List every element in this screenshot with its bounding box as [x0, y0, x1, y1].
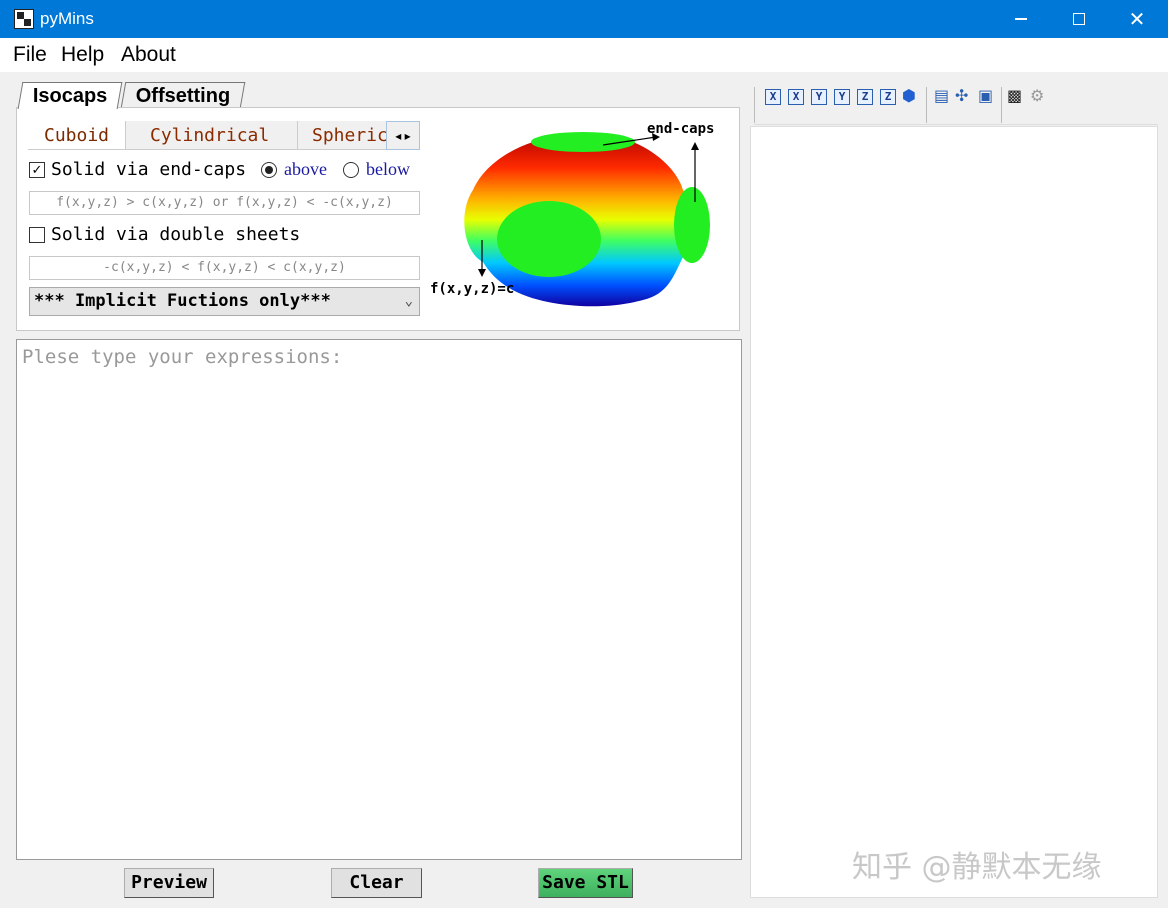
app-icon — [14, 9, 34, 29]
side-cap — [674, 187, 710, 263]
viewer-toolbar: X X Y Y Z Z ⬢ ▤ ✣ ▣ ▩ ⚙ — [754, 83, 1158, 125]
above-radio[interactable] — [261, 162, 277, 178]
below-label: below — [366, 159, 410, 179]
tab-isocaps-label: Isocaps — [32, 85, 108, 107]
menu-help[interactable]: Help — [61, 43, 104, 67]
tab-cylindrical[interactable]: Cylindrical — [126, 121, 298, 149]
x-reverse-view-icon[interactable]: X — [788, 89, 804, 105]
axes-icon[interactable]: ✣ — [955, 87, 968, 105]
tab-scroll-arrows[interactable]: ◂ ▸ — [386, 121, 420, 150]
function-type-select[interactable]: *** Implicit Fuctions only*** ⌄ — [29, 287, 420, 316]
x-view-icon[interactable]: X — [765, 89, 781, 105]
menu-about[interactable]: About — [121, 43, 176, 67]
window-title: pyMins — [40, 9, 94, 28]
end-caps-label: Solid via end-caps — [51, 159, 247, 180]
shape-tabs: Cuboid Cylindrical Spherical — [28, 121, 420, 150]
clear-button[interactable]: Clear — [331, 868, 422, 898]
watermark: 知乎 @静默本无缘 — [852, 850, 1102, 885]
fit-view-icon[interactable]: ▣ — [978, 87, 993, 105]
double-sheets-label: Solid via double sheets — [51, 224, 301, 245]
function-type-value: *** Implicit Fuctions only*** — [34, 291, 331, 311]
front-cap — [497, 201, 601, 277]
surface-label: f(x,y,z)=c — [430, 281, 514, 297]
iso-cube-icon[interactable]: ⬢ — [902, 87, 916, 105]
menu-file[interactable]: File — [13, 43, 47, 67]
settings-gear-icon[interactable]: ⚙ — [1030, 87, 1044, 105]
y-reverse-view-icon[interactable]: Y — [834, 89, 850, 105]
tab-cuboid[interactable]: Cuboid — [28, 121, 126, 149]
double-sheets-formula: -c(x,y,z) < f(x,y,z) < c(x,y,z) — [29, 256, 420, 280]
tab-offsetting-label: Offsetting — [135, 85, 231, 107]
maximize-button[interactable] — [1050, 0, 1108, 38]
3d-viewport[interactable] — [750, 126, 1158, 898]
close-icon: ✕ — [1128, 7, 1146, 31]
preview-button[interactable]: Preview — [124, 868, 214, 898]
y-view-icon[interactable]: Y — [811, 89, 827, 105]
z-view-icon[interactable]: Z — [857, 89, 873, 105]
save-stl-button[interactable]: Save STL — [538, 868, 633, 898]
chevron-down-icon: ⌄ — [404, 293, 413, 309]
double-sheets-checkbox[interactable] — [29, 227, 45, 243]
expression-input[interactable] — [17, 340, 741, 859]
above-label: above — [284, 159, 327, 179]
tab-isocaps[interactable]: Isocaps — [17, 82, 123, 109]
maximize-icon — [1073, 13, 1085, 25]
save-icon[interactable]: ▩ — [1007, 87, 1022, 105]
toolbar-separator — [1001, 87, 1002, 123]
expression-editor[interactable] — [16, 339, 742, 860]
menu-bar: File Help About — [0, 38, 1168, 72]
layers-icon[interactable]: ▤ — [934, 87, 949, 105]
end-caps-checkbox[interactable]: ✓ — [29, 162, 45, 178]
tab-offsetting[interactable]: Offsetting — [120, 82, 246, 108]
toolbar-separator — [754, 87, 755, 123]
below-radio[interactable] — [343, 162, 359, 178]
caps-label: end-caps — [647, 121, 714, 137]
z-reverse-view-icon[interactable]: Z — [880, 89, 896, 105]
isocaps-illustration: end-caps f(x,y,z)=c — [430, 121, 714, 307]
end-caps-formula: f(x,y,z) > c(x,y,z) or f(x,y,z) < -c(x,y… — [29, 191, 420, 215]
toolbar-separator — [926, 87, 927, 123]
minimize-icon — [1015, 18, 1027, 20]
close-button[interactable]: ✕ — [1108, 0, 1166, 38]
minimize-button[interactable] — [992, 0, 1050, 38]
title-bar: pyMins ✕ — [0, 0, 1168, 38]
